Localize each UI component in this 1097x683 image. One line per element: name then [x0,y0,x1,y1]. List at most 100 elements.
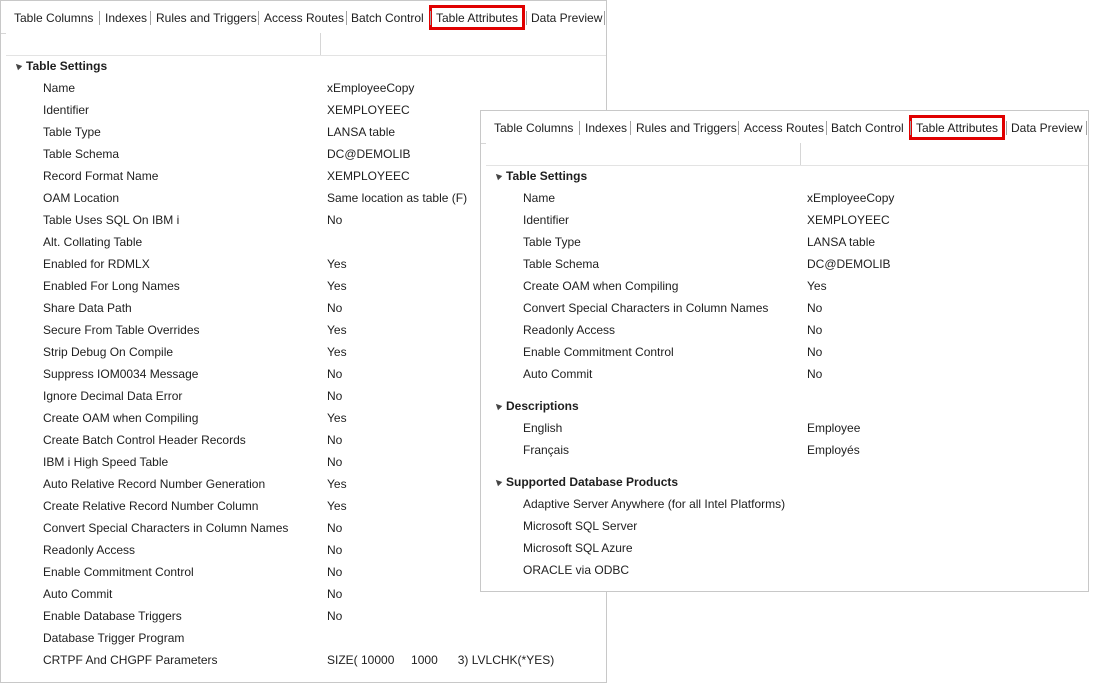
property-label[interactable]: Name [523,187,555,209]
property-label[interactable]: Table Schema [523,253,599,275]
property-label[interactable]: Readonly Access [523,319,615,341]
property-value[interactable]: No [327,539,342,561]
property-label[interactable]: Create Batch Control Header Records [43,429,246,451]
property-value[interactable]: No [327,429,342,451]
property-label[interactable]: Auto Commit [523,363,592,385]
property-value[interactable]: XEMPLOYEEC [327,165,410,187]
property-value[interactable]: No [327,451,342,473]
tab-table-attributes[interactable]: Table Attributes [428,5,526,30]
property-label[interactable]: Convert Special Characters in Column Nam… [43,517,288,539]
property-value[interactable]: Yes [807,275,827,297]
property-value[interactable]: No [807,319,822,341]
property-value[interactable]: Yes [327,253,347,275]
property-label[interactable]: Create OAM when Compiling [523,275,678,297]
tab-data-preview[interactable]: Data Preview [1011,118,1082,138]
property-label[interactable]: Record Format Name [43,165,158,187]
property-value[interactable]: No [327,605,342,627]
tab-table-columns[interactable]: Table Columns [14,8,93,28]
property-label[interactable]: Identifier [43,99,89,121]
property-value[interactable]: Yes [327,341,347,363]
property-value[interactable]: DC@DEMOLIB [807,253,891,275]
tab-indexes[interactable]: Indexes [585,118,627,138]
group-title-table-settings[interactable]: Table Settings [26,55,107,77]
property-value[interactable]: XEMPLOYEEC [807,209,890,231]
property-value[interactable]: Same location as table (F) [327,187,467,209]
property-label[interactable]: Auto Commit [43,583,112,605]
property-label[interactable]: ORACLE via ODBC [523,559,629,581]
property-label[interactable]: Ignore Decimal Data Error [43,385,182,407]
property-value[interactable]: Employés [807,439,860,461]
property-value[interactable]: Yes [327,407,347,429]
tab-rules-and-triggers[interactable]: Rules and Triggers [156,8,257,28]
property-label[interactable]: OAM Location [43,187,119,209]
property-label[interactable]: Table Type [43,121,101,143]
property-label[interactable]: English [523,417,562,439]
property-label[interactable]: Readonly Access [43,539,135,561]
property-label[interactable]: Microsoft SQL Server [523,515,637,537]
collapse-triangle-icon[interactable] [13,61,23,71]
property-label[interactable]: Create OAM when Compiling [43,407,198,429]
property-value[interactable]: SIZE( 10000 1000 3) LVLCHK(*YES) [327,649,554,671]
property-label[interactable]: Convert Special Characters in Column Nam… [523,297,768,319]
tab-indexes[interactable]: Indexes [105,8,147,28]
property-label[interactable]: Adaptive Server Anywhere (for all Intel … [523,493,785,515]
property-value[interactable]: LANSA table [327,121,395,143]
property-label[interactable]: Français [523,439,569,461]
property-label[interactable]: Microsoft SQL Azure [523,537,633,559]
property-label[interactable]: Share Data Path [43,297,132,319]
tab-access-routes[interactable]: Access Routes [264,8,344,28]
property-label[interactable]: Auto Relative Record Number Generation [43,473,265,495]
property-value[interactable]: No [327,561,342,583]
property-label[interactable]: Enable Database Triggers [43,605,182,627]
collapse-triangle-icon[interactable] [493,171,503,181]
property-label[interactable]: Identifier [523,209,569,231]
property-label[interactable]: Table Type [523,231,581,253]
property-value[interactable]: Yes [327,495,347,517]
property-value[interactable]: No [327,363,342,385]
property-value[interactable]: XEMPLOYEEC [327,99,410,121]
property-value[interactable]: No [327,297,342,319]
tab-data-preview[interactable]: Data Preview [531,8,602,28]
property-label[interactable]: Table Schema [43,143,119,165]
property-value[interactable]: No [327,517,342,539]
tab-table-columns[interactable]: Table Columns [494,118,573,138]
property-label[interactable]: CRTPF And CHGPF Parameters [43,649,218,671]
property-label[interactable]: Enable Commitment Control [43,561,194,583]
property-value[interactable]: xEmployeeCopy [327,77,414,99]
property-value[interactable]: No [327,583,342,605]
property-label[interactable]: Secure From Table Overrides [43,319,200,341]
property-value[interactable]: No [807,297,822,319]
property-value[interactable]: xEmployeeCopy [807,187,894,209]
property-value[interactable]: Yes [327,275,347,297]
tab-batch-control[interactable]: Batch Control [351,8,424,28]
property-label[interactable]: Enabled for RDMLX [43,253,150,275]
tab-table-attributes[interactable]: Table Attributes [908,115,1006,140]
property-label[interactable]: IBM i High Speed Table [43,451,168,473]
property-label[interactable]: Enable Commitment Control [523,341,674,363]
property-value[interactable]: Yes [327,319,347,341]
tab-rules-and-triggers[interactable]: Rules and Triggers [636,118,737,138]
property-value[interactable]: DC@DEMOLIB [327,143,411,165]
property-value[interactable]: No [327,385,342,407]
column-resize-handle[interactable] [320,33,321,55]
property-value[interactable]: LANSA table [807,231,875,253]
property-value[interactable]: Employee [807,417,860,439]
property-value[interactable]: No [807,341,822,363]
property-label[interactable]: Alt. Collating Table [43,231,142,253]
collapse-triangle-icon[interactable] [493,401,503,411]
tab-batch-control[interactable]: Batch Control [831,118,904,138]
collapse-triangle-icon[interactable] [493,477,503,487]
property-label[interactable]: Table Uses SQL On IBM i [43,209,179,231]
column-resize-handle[interactable] [800,143,801,165]
group-title-supported-database-products[interactable]: Supported Database Products [506,471,678,493]
property-label[interactable]: Create Relative Record Number Column [43,495,258,517]
property-label[interactable]: Enabled For Long Names [43,275,180,297]
property-label[interactable]: Name [43,77,75,99]
tab-access-routes[interactable]: Access Routes [744,118,824,138]
property-value[interactable]: No [327,209,342,231]
property-value[interactable]: Yes [327,473,347,495]
group-title-descriptions[interactable]: Descriptions [506,395,579,417]
property-label[interactable]: Strip Debug On Compile [43,341,173,363]
group-title-table-settings[interactable]: Table Settings [506,165,587,187]
property-label[interactable]: Database Trigger Program [43,627,184,649]
